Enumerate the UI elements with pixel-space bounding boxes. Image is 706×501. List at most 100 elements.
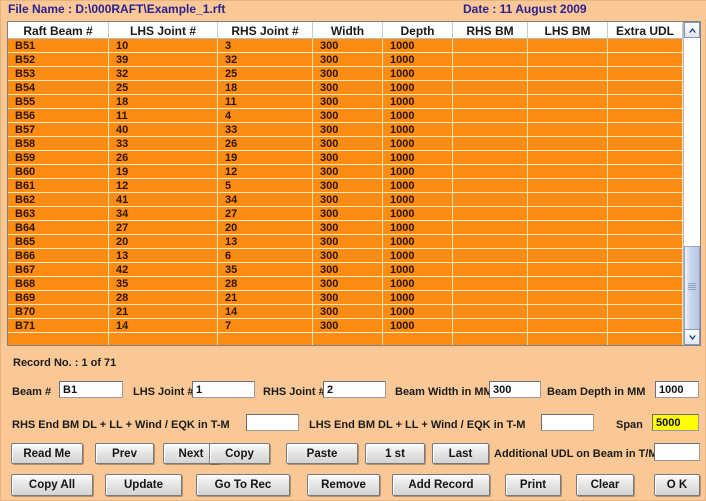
table-cell[interactable] <box>528 305 608 319</box>
table-cell[interactable]: 300 <box>313 193 383 207</box>
lhs-joint-input[interactable]: 1 <box>192 381 255 398</box>
table-cell[interactable]: 300 <box>313 263 383 277</box>
table-cell[interactable]: B57 <box>8 123 109 137</box>
table-cell[interactable]: 33 <box>109 137 218 151</box>
table-cell[interactable]: 32 <box>109 67 218 81</box>
table-row[interactable]: B54 25 18 300 1000 <box>8 81 683 95</box>
table-cell[interactable]: 19 <box>109 165 218 179</box>
table-cell[interactable]: 13 <box>218 235 313 249</box>
table-cell[interactable] <box>608 193 683 207</box>
table-cell[interactable] <box>528 165 608 179</box>
table-cell[interactable]: B65 <box>8 235 109 249</box>
table-cell[interactable] <box>528 179 608 193</box>
table-cell[interactable] <box>453 81 528 95</box>
table-cell[interactable]: 1000 <box>383 277 453 291</box>
grid-body[interactable]: B51 10 3 300 1000 B52 39 32 300 1000 B53 32 25 300 100… <box>8 39 683 345</box>
beam-number-input[interactable]: B1 <box>59 381 123 398</box>
table-cell[interactable]: 1000 <box>383 179 453 193</box>
table-cell[interactable] <box>528 221 608 235</box>
table-row[interactable]: B68 35 28 300 1000 <box>8 277 683 291</box>
table-cell[interactable] <box>453 95 528 109</box>
first-record-button[interactable]: 1 st <box>365 443 425 464</box>
table-cell[interactable]: 20 <box>218 221 313 235</box>
table-row[interactable]: B67 42 35 300 1000 <box>8 263 683 277</box>
table-cell[interactable] <box>218 333 313 345</box>
table-cell[interactable] <box>453 165 528 179</box>
grid-column-header[interactable]: RHS Joint # <box>218 22 313 39</box>
table-cell[interactable]: 32 <box>218 53 313 67</box>
table-cell[interactable] <box>528 137 608 151</box>
table-cell[interactable] <box>608 207 683 221</box>
table-cell[interactable]: B59 <box>8 151 109 165</box>
table-cell[interactable]: 41 <box>109 193 218 207</box>
table-cell[interactable]: 300 <box>313 249 383 263</box>
table-cell[interactable] <box>383 333 453 345</box>
rhs-joint-input[interactable]: 2 <box>323 381 386 398</box>
last-record-button[interactable]: Last <box>432 443 489 464</box>
beam-width-input[interactable]: 300 <box>489 381 541 398</box>
table-cell[interactable]: B63 <box>8 207 109 221</box>
table-row[interactable]: B55 18 11 300 1000 <box>8 95 683 109</box>
table-cell[interactable] <box>528 249 608 263</box>
table-cell[interactable] <box>453 207 528 221</box>
table-cell[interactable]: 300 <box>313 39 383 53</box>
ok-button[interactable]: O K <box>654 474 700 496</box>
span-input[interactable]: 5000 <box>652 414 699 431</box>
table-row[interactable]: B57 40 33 300 1000 <box>8 123 683 137</box>
table-cell[interactable] <box>453 235 528 249</box>
rhs-end-bm-input[interactable] <box>246 414 299 431</box>
table-cell[interactable]: 300 <box>313 137 383 151</box>
table-cell[interactable] <box>528 207 608 221</box>
table-cell[interactable] <box>453 39 528 53</box>
table-cell[interactable]: 1000 <box>383 207 453 221</box>
table-cell[interactable] <box>608 333 683 345</box>
table-cell[interactable]: 4 <box>218 109 313 123</box>
table-cell[interactable]: B62 <box>8 193 109 207</box>
table-cell[interactable] <box>608 95 683 109</box>
table-cell[interactable]: B61 <box>8 179 109 193</box>
table-cell[interactable] <box>453 53 528 67</box>
table-cell[interactable]: B66 <box>8 249 109 263</box>
table-cell[interactable] <box>453 109 528 123</box>
table-cell[interactable]: B70 <box>8 305 109 319</box>
table-cell[interactable] <box>453 123 528 137</box>
table-cell[interactable] <box>608 263 683 277</box>
table-cell[interactable]: 1000 <box>383 319 453 333</box>
table-cell[interactable]: 300 <box>313 319 383 333</box>
table-cell[interactable]: 12 <box>109 179 218 193</box>
table-cell[interactable] <box>528 39 608 53</box>
table-cell[interactable]: 1000 <box>383 151 453 165</box>
table-cell[interactable] <box>453 67 528 81</box>
table-cell[interactable]: 12 <box>218 165 313 179</box>
table-cell[interactable]: 34 <box>218 193 313 207</box>
table-cell[interactable]: 1000 <box>383 249 453 263</box>
table-cell[interactable] <box>313 333 383 345</box>
table-cell[interactable]: 300 <box>313 277 383 291</box>
table-cell[interactable] <box>608 235 683 249</box>
table-cell[interactable]: 300 <box>313 109 383 123</box>
table-row[interactable]: B66 13 6 300 1000 <box>8 249 683 263</box>
table-row[interactable]: B69 28 21 300 1000 <box>8 291 683 305</box>
table-cell[interactable]: 25 <box>218 67 313 81</box>
table-cell[interactable]: 1000 <box>383 39 453 53</box>
table-cell[interactable] <box>528 53 608 67</box>
table-cell[interactable]: B51 <box>8 39 109 53</box>
add-record-button[interactable]: Add Record <box>392 474 490 496</box>
table-cell[interactable] <box>608 291 683 305</box>
table-cell[interactable]: 1000 <box>383 81 453 95</box>
table-cell[interactable] <box>608 109 683 123</box>
paste-button[interactable]: Paste <box>286 443 358 464</box>
table-row[interactable]: B61 12 5 300 1000 <box>8 179 683 193</box>
clear-button[interactable]: Clear <box>576 474 634 496</box>
table-cell[interactable]: B69 <box>8 291 109 305</box>
table-cell[interactable] <box>528 151 608 165</box>
grid-column-header[interactable]: RHS BM <box>453 22 528 39</box>
table-cell[interactable] <box>528 109 608 123</box>
read-me-button[interactable]: Read Me <box>11 443 83 464</box>
table-cell[interactable] <box>453 319 528 333</box>
table-row-empty[interactable] <box>8 333 683 345</box>
table-cell[interactable]: 21 <box>109 305 218 319</box>
table-cell[interactable]: B53 <box>8 67 109 81</box>
table-cell[interactable]: 300 <box>313 179 383 193</box>
table-cell[interactable]: 28 <box>218 277 313 291</box>
